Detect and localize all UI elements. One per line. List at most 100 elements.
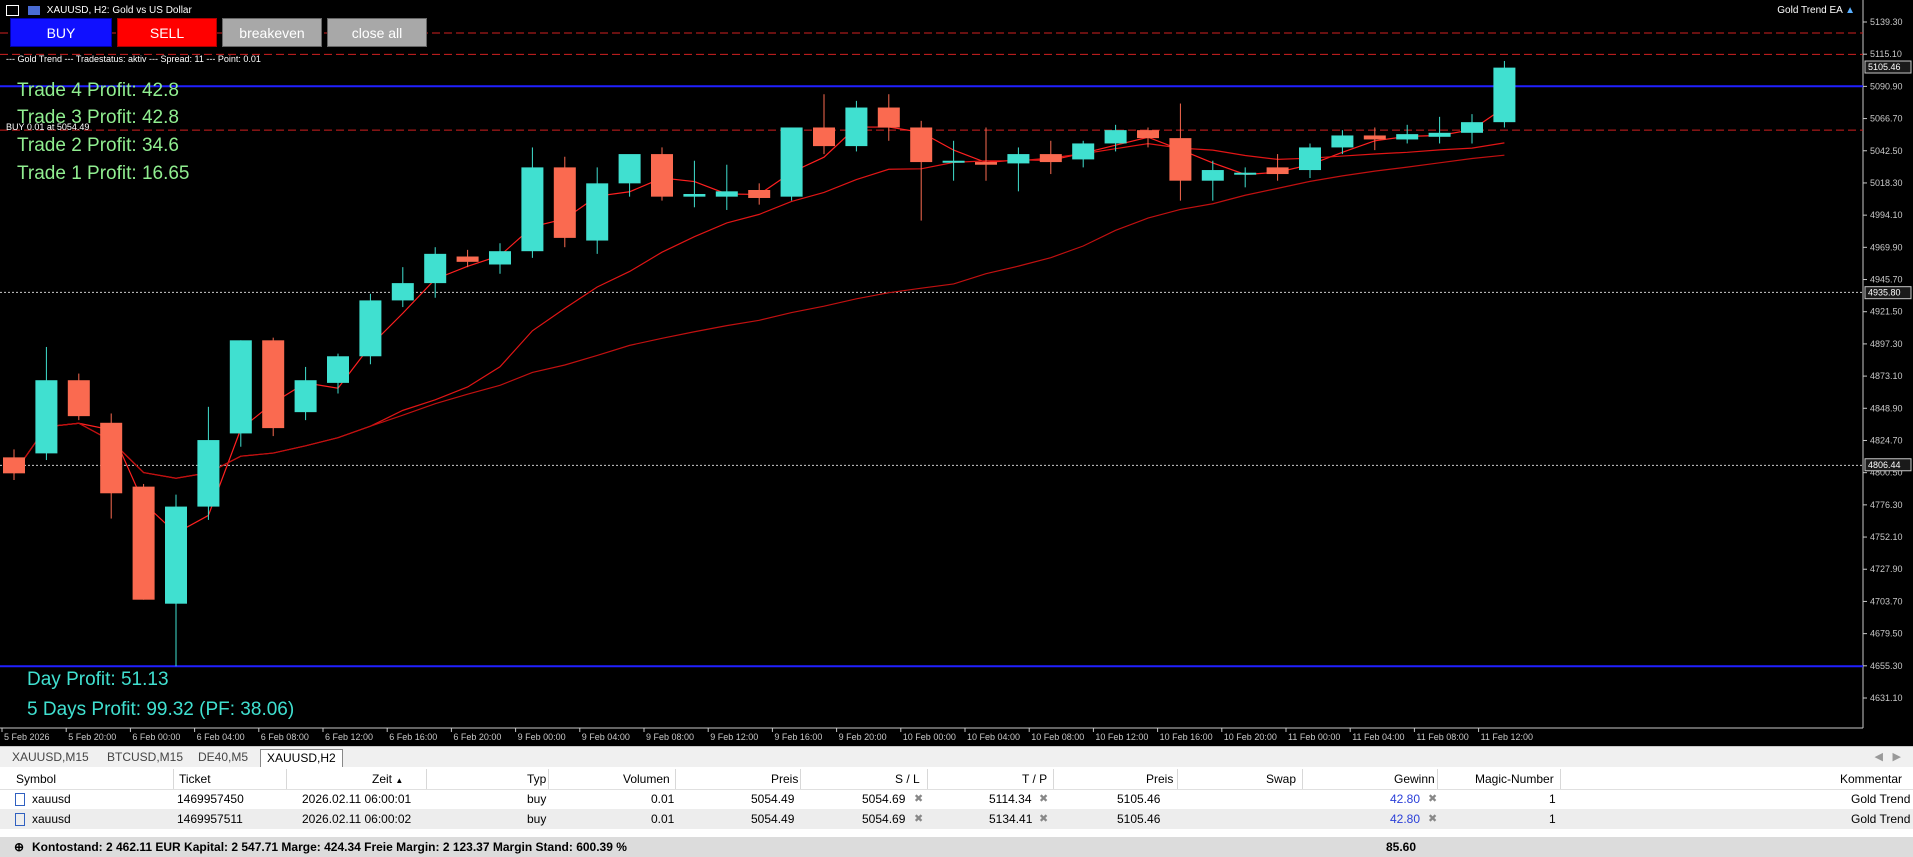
sl-remove-icon[interactable]: ✖ <box>914 812 923 825</box>
header-swap[interactable]: Swap <box>1266 769 1296 789</box>
header-zeit-label: Zeit <box>372 772 393 786</box>
cell-preis: 5054.49 <box>751 812 795 826</box>
candle <box>35 380 58 454</box>
close-all-button[interactable]: close all <box>327 18 427 47</box>
header-typ[interactable]: Typ <box>527 769 546 789</box>
cell-preis: 5054.49 <box>751 792 795 806</box>
time-label: 6 Feb 08:00 <box>261 732 309 742</box>
chart-title: XAUUSD, H2: Gold vs US Dollar <box>28 5 192 16</box>
price-label: 4824.70 <box>1870 435 1903 445</box>
scroll-right-icon[interactable]: ▶ <box>1893 750 1901 763</box>
expand-icon[interactable]: ⊕ <box>14 837 24 857</box>
candle <box>1007 154 1030 164</box>
candle <box>1137 130 1159 139</box>
header-magic[interactable]: Magic-Number <box>1475 769 1554 789</box>
candle <box>715 191 738 197</box>
scroll-left-icon[interactable]: ◀ <box>1875 750 1883 763</box>
time-label: 10 Feb 20:00 <box>1224 732 1277 742</box>
cell-volumen: 0.01 <box>651 812 675 826</box>
time-label: 5 Feb 2026 <box>4 732 50 742</box>
buy-button[interactable]: BUY <box>10 18 112 47</box>
table-row[interactable]: xauusd 1469957511 2026.02.11 06:00:02 bu… <box>0 809 1913 829</box>
header-ticket[interactable]: Ticket <box>179 769 211 789</box>
account-summary: ⊕ Kontostand: 2 462.11 EUR Kapital: 2 54… <box>0 837 1913 857</box>
tab-de40-m5[interactable]: DE40,M5 <box>192 749 254 766</box>
time-label: 9 Feb 00:00 <box>518 732 566 742</box>
cell-symbol: xauusd <box>32 792 71 806</box>
candle <box>1299 147 1321 171</box>
close-position-icon[interactable]: ✖ <box>1428 812 1437 825</box>
tab-xauusd-h2[interactable]: XAUUSD,H2 <box>260 749 343 767</box>
trade-4-profit: Trade 4 Profit: 42.8 <box>17 80 179 101</box>
table-row[interactable]: xauusd 1469957450 2026.02.11 06:00:01 bu… <box>0 789 1913 809</box>
price-label: 4752.10 <box>1870 532 1903 542</box>
candle <box>424 253 447 284</box>
header-zeit[interactable]: Zeit ▲ <box>372 769 403 789</box>
price-label: 4945.70 <box>1870 275 1903 285</box>
time-label: 11 Feb 12:00 <box>1481 732 1533 742</box>
candle <box>456 256 479 262</box>
candle <box>3 457 25 474</box>
sell-button[interactable]: SELL <box>117 18 217 47</box>
header-gewinn[interactable]: Gewinn <box>1394 769 1435 789</box>
time-label: 6 Feb 20:00 <box>453 732 501 742</box>
header-preis2[interactable]: Preis <box>1146 769 1173 789</box>
price-label: 5066.70 <box>1870 114 1903 124</box>
candle <box>1201 170 1224 181</box>
header-volumen[interactable]: Volumen <box>623 769 670 789</box>
time-label: 11 Feb 08:00 <box>1416 732 1468 742</box>
candle <box>327 356 349 383</box>
ea-name-text: Gold Trend EA <box>1777 5 1843 16</box>
header-kommentar[interactable]: Kommentar <box>1840 769 1902 789</box>
time-label: 9 Feb 16:00 <box>774 732 822 742</box>
tp-remove-icon[interactable]: ✖ <box>1039 812 1048 825</box>
header-symbol[interactable]: Symbol <box>16 769 56 789</box>
cell-kommentar: Gold Trend <box>1851 792 1911 806</box>
price-label: 4631.10 <box>1870 693 1903 703</box>
candle <box>683 193 706 197</box>
sl-remove-icon[interactable]: ✖ <box>914 792 923 805</box>
chart-area[interactable]: 5139.30 5115.10 5090.90 5066.70 5042.50 5018.… <box>0 0 1913 746</box>
candle <box>1428 132 1451 137</box>
candle <box>100 422 123 494</box>
cell-typ: buy <box>527 812 547 826</box>
day-profit: Day Profit: 51.13 <box>27 669 169 690</box>
breakeven-button[interactable]: breakeven <box>222 18 322 47</box>
total-profit: 85.60 <box>1386 840 1417 854</box>
order-icon <box>15 793 25 806</box>
candle <box>1072 143 1095 160</box>
candlestick-chart[interactable]: 5139.30 5115.10 5090.90 5066.70 5042.50 5018.… <box>0 0 1913 746</box>
candle <box>748 190 771 198</box>
time-label: 10 Feb 08:00 <box>1031 732 1084 742</box>
candle <box>813 127 835 147</box>
time-label: 5 Feb 20:00 <box>68 732 116 742</box>
cell-ticket: 1469957511 <box>177 812 243 826</box>
header-sl[interactable]: S / L <box>895 769 920 789</box>
time-label: 6 Feb 16:00 <box>389 732 437 742</box>
price-label: 4703.70 <box>1870 596 1903 606</box>
candle <box>1363 135 1386 140</box>
cell-preis2: 5105.46 <box>1117 812 1161 826</box>
candle <box>1461 122 1483 133</box>
candle <box>942 160 965 163</box>
status-line: --- Gold Trend --- Tradestatus: aktiv --… <box>6 54 261 64</box>
tab-xauusd-m15[interactable]: XAUUSD,M15 <box>6 749 95 766</box>
tp-remove-icon[interactable]: ✖ <box>1039 792 1048 805</box>
close-position-icon[interactable]: ✖ <box>1428 792 1437 805</box>
candle <box>1266 167 1289 175</box>
time-label: 10 Feb 00:00 <box>903 732 956 742</box>
header-preis[interactable]: Preis <box>771 769 798 789</box>
price-label: 4727.90 <box>1870 564 1903 574</box>
trade-1-profit: Trade 1 Profit: 16.65 <box>17 163 190 184</box>
hat-icon: ▲ <box>1845 5 1855 16</box>
chart-menu-icon[interactable] <box>6 5 19 16</box>
price-label: 5139.30 <box>1870 17 1903 27</box>
cell-zeit: 2026.02.11 06:00:01 <box>302 792 412 806</box>
price-label: 4679.50 <box>1870 629 1903 639</box>
price-label: 5018.30 <box>1870 178 1903 188</box>
chart-title-text: XAUUSD, H2: Gold vs US Dollar <box>46 5 192 16</box>
header-tp[interactable]: T / P <box>1022 769 1047 789</box>
tab-btcusd-m15[interactable]: BTCUSD,M15 <box>101 749 189 766</box>
candle <box>67 380 90 417</box>
candle <box>1234 172 1257 175</box>
